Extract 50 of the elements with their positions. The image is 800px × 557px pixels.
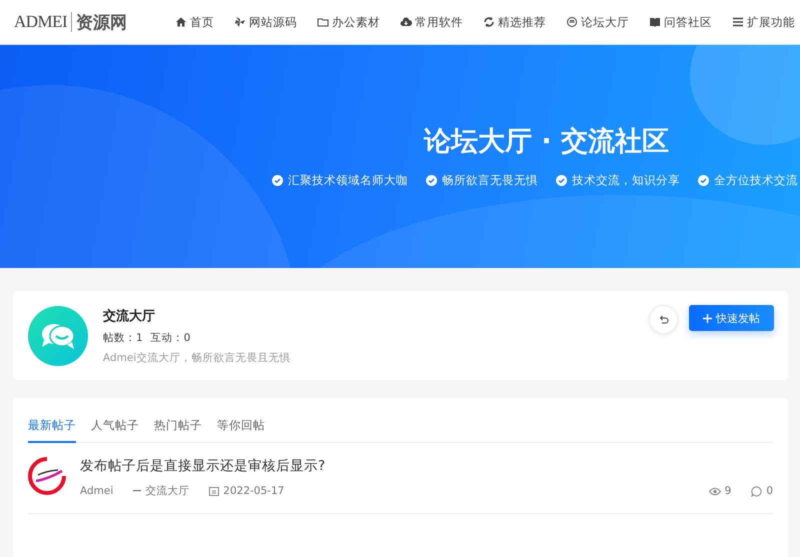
- post-tab[interactable]: 最新帖子: [28, 410, 76, 443]
- globe-e-icon: [566, 16, 578, 28]
- nav-link[interactable]: 问答社区: [649, 14, 712, 30]
- nav-link[interactable]: 办公素材: [317, 14, 380, 30]
- refresh-icon: [483, 16, 496, 28]
- home-icon: [175, 16, 188, 28]
- logo-text[interactable]: ADMEI: [14, 12, 72, 32]
- nav-link[interactable]: 论坛大厅: [566, 14, 630, 30]
- feature-text: 技术交流，知识分享: [572, 173, 680, 188]
- post-author[interactable]: Admei: [80, 485, 114, 497]
- eye-icon: [708, 486, 721, 496]
- check-circle-icon: [426, 175, 437, 186]
- post-title[interactable]: 发布帖子后是直接显示还是审核后显示?: [80, 457, 773, 475]
- forum-stat: 互动：0: [150, 330, 190, 344]
- folder-icon: [317, 16, 330, 28]
- check-circle-icon: [556, 175, 567, 186]
- comment-count: 0: [766, 485, 773, 497]
- forum-stat: 帖数：1: [103, 330, 143, 344]
- forum-name: 交流大厅: [103, 308, 156, 324]
- plus-icon: [703, 314, 712, 322]
- logo-text[interactable]: 资源网: [72, 10, 128, 34]
- pinwheel-icon: [234, 16, 246, 28]
- nav-link[interactable]: 精选推荐: [483, 14, 546, 30]
- undo-icon: [658, 314, 669, 325]
- feature-text: 汇聚技术领域名师大咖: [288, 173, 408, 188]
- list-icon: [732, 16, 744, 28]
- view-count: 9: [724, 485, 732, 497]
- check-circle-icon: [272, 175, 283, 186]
- feature-text: 畅所欲言无畏无惧: [442, 173, 538, 188]
- post-tab[interactable]: 人气帖子: [91, 410, 139, 443]
- dash-icon: [133, 490, 142, 492]
- comment-icon: [751, 486, 762, 496]
- avatar-logo-icon: [28, 457, 66, 495]
- forum-description: Admei交流大厅，畅所欲言无畏且无惧: [103, 350, 292, 364]
- new-post-button[interactable]: 快速发帖: [689, 305, 774, 331]
- back-button[interactable]: [649, 305, 678, 334]
- cloud-download-icon: [400, 16, 412, 28]
- feature-text: 全方位技术交流: [714, 173, 798, 188]
- check-circle-icon: [698, 175, 709, 186]
- calendar-icon: [209, 486, 220, 496]
- post-tab[interactable]: 等你回帖: [217, 410, 265, 443]
- nav-link[interactable]: 常用软件: [400, 14, 464, 30]
- post-tab[interactable]: 热门帖子: [154, 410, 202, 443]
- post-date: 2022-05-17: [223, 485, 284, 497]
- book-icon: [649, 16, 662, 28]
- post-board[interactable]: 交流大厅: [145, 484, 190, 498]
- nav-link[interactable]: 首页: [175, 14, 214, 30]
- nav-link[interactable]: 扩展功能: [732, 14, 796, 30]
- nav-link[interactable]: 网站源码: [234, 14, 298, 30]
- banner-title: 论坛大厅 · 交流社区: [424, 125, 670, 159]
